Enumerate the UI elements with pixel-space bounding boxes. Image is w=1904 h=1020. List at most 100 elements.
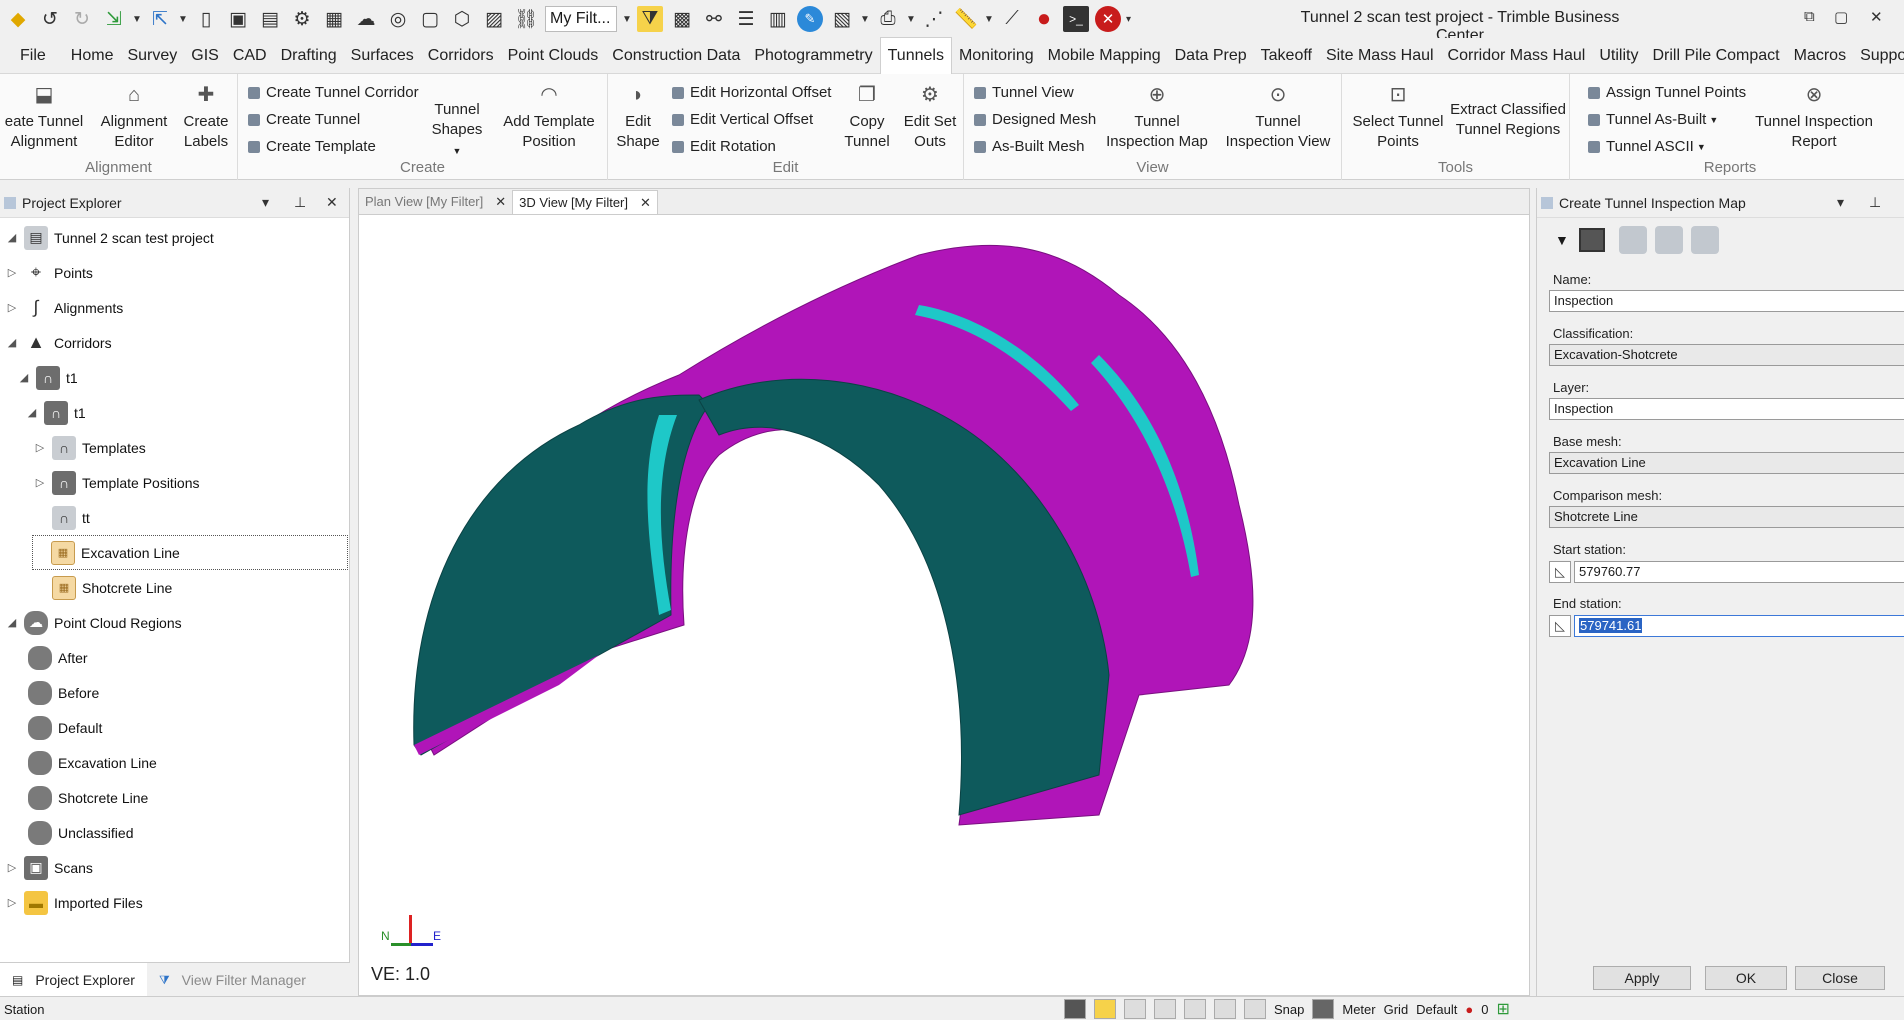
menu-utility[interactable]: Utility <box>1592 38 1645 74</box>
tunnel-inspection-report-button[interactable]: ⊗ Tunnel Inspection Report <box>1748 80 1880 152</box>
menu-support[interactable]: Support <box>1853 38 1904 74</box>
measure-icon[interactable] <box>1214 999 1236 1019</box>
tunnel-add-icon[interactable] <box>1654 226 1683 254</box>
tree-item-shotcrete-line[interactable]: ▦ Shotcrete Line <box>32 570 172 605</box>
menu-construction-data[interactable]: Construction Data <box>605 38 747 74</box>
tab-project-explorer[interactable]: ▤ Project Explorer <box>0 962 147 997</box>
tunnel-mesh-add-icon[interactable] <box>1690 226 1719 254</box>
view-filter-dropdown-icon[interactable]: ▼ <box>622 14 632 25</box>
menu-drafting[interactable]: Drafting <box>274 38 344 74</box>
menu-point-clouds[interactable]: Point Clouds <box>501 38 606 74</box>
clip-box-icon[interactable] <box>1154 999 1176 1019</box>
menu-tunnels[interactable]: Tunnels <box>879 37 952 74</box>
tunnel-mesh-graphic[interactable] <box>359 215 1529 995</box>
create-labels-button[interactable]: ✚ Create Labels <box>178 80 234 152</box>
collapse-icon[interactable]: ◢ <box>4 336 20 349</box>
tunnel-inspection-view-button[interactable]: ⊙ Tunnel Inspection View <box>1218 80 1338 152</box>
menu-takeoff[interactable]: Takeoff <box>1254 38 1319 74</box>
extract-classified-regions-button[interactable]: Extract Classified Tunnel Regions <box>1450 100 1566 140</box>
tunnel-shapes-button[interactable]: Tunnel Shapes ▼ <box>426 100 488 161</box>
tree-item-region-shotcrete-line[interactable]: Shotcrete Line <box>24 780 148 815</box>
expand-icon[interactable]: ▷ <box>4 266 20 279</box>
layers-icon[interactable]: ☰ <box>733 6 759 32</box>
menu-data-prep[interactable]: Data Prep <box>1168 38 1254 74</box>
tree-item-project[interactable]: ◢ ▤ Tunnel 2 scan test project <box>4 220 214 255</box>
collapse-icon[interactable]: ◢ <box>16 371 32 384</box>
report-icon[interactable]: ▦ <box>321 6 347 32</box>
app-logo-icon[interactable]: ◆ <box>5 6 31 32</box>
collapse-icon[interactable]: ◢ <box>24 406 40 419</box>
restore-window-icon[interactable]: ⧉ <box>1804 8 1815 25</box>
tab-plan-view[interactable]: Plan View [My Filter] ✕ <box>359 190 512 214</box>
view-filter-select[interactable]: My Filt... <box>545 6 617 32</box>
polygon-select-icon[interactable] <box>1124 999 1146 1019</box>
tree-item-corridors[interactable]: ◢ ▲ Corridors <box>4 325 112 360</box>
cloud-tools-icon[interactable]: ☁ <box>353 6 379 32</box>
snap-toggle[interactable]: Snap <box>1274 1002 1304 1017</box>
menu-survey[interactable]: Survey <box>120 38 184 74</box>
classification-select[interactable]: Excavation-Shotcrete <box>1549 344 1904 366</box>
tunnel-view-button[interactable]: Tunnel View <box>974 84 1074 101</box>
import-icon[interactable]: ⇲ <box>101 6 127 32</box>
tree-item-after[interactable]: After <box>24 640 88 675</box>
comparison-mesh-select[interactable]: Shotcrete Line <box>1549 506 1904 528</box>
tunnel-as-built-button[interactable]: Tunnel As-Built ▼ <box>1588 111 1718 128</box>
unit-indicator[interactable]: Meter <box>1342 1002 1375 1017</box>
base-mesh-select[interactable]: Excavation Line <box>1549 452 1904 474</box>
pin-icon[interactable]: ⊥ <box>1869 194 1881 211</box>
panel-menu-icon[interactable]: ▾ <box>1837 194 1844 211</box>
terminal-icon[interactable] <box>1064 999 1086 1019</box>
edit-pen-icon[interactable]: ✎ <box>797 6 823 32</box>
start-station-input[interactable]: 579760.77 <box>1574 561 1904 583</box>
save-icon[interactable]: ▤ <box>257 6 283 32</box>
designed-mesh-button[interactable]: Designed Mesh <box>974 111 1096 128</box>
menu-drill-pile-compact[interactable]: Drill Pile Compact <box>1645 38 1786 74</box>
3d-scene[interactable]: N E VE: 1.0 <box>359 215 1529 995</box>
command-line-icon[interactable]: >_ <box>1063 6 1089 32</box>
expand-icon[interactable]: ▷ <box>4 861 20 874</box>
menu-monitoring[interactable]: Monitoring <box>952 38 1041 74</box>
snap-mode-icon[interactable] <box>1312 999 1335 1019</box>
menu-corridor-mass-haul[interactable]: Corridor Mass Haul <box>1441 38 1593 74</box>
create-tunnel-button[interactable]: Create Tunnel <box>248 111 360 128</box>
tree-item-template-positions[interactable]: ▷ ∩ Template Positions <box>32 465 200 500</box>
menu-home[interactable]: Home <box>64 38 121 74</box>
plan-view-icon[interactable]: ▢ <box>417 6 443 32</box>
tree-item-t1-tunnel[interactable]: ◢ ∩ t1 <box>24 395 86 430</box>
tree-item-scans[interactable]: ▷ ▣ Scans <box>4 850 93 885</box>
tunnel-inspection-map-button[interactable]: ⊕ Tunnel Inspection Map <box>1100 80 1214 152</box>
tree-item-points[interactable]: ▷ ⌖ Points <box>4 255 93 290</box>
alignment-editor-button[interactable]: ⌂ Alignment Editor <box>96 80 172 152</box>
tree-item-tt[interactable]: ∩ tt <box>32 500 90 535</box>
polyline-icon[interactable]: ⟋ <box>999 6 1025 32</box>
panel-close-icon[interactable]: ✕ <box>326 194 338 211</box>
select-all-icon[interactable]: ⊞ <box>1496 999 1509 1019</box>
measure-points-icon[interactable]: ⋰ <box>921 6 947 32</box>
tree-item-default[interactable]: Default <box>24 710 102 745</box>
open-project-icon[interactable]: ▣ <box>225 6 251 32</box>
layer-filter-icon[interactable]: ▩ <box>669 6 695 32</box>
close-button[interactable]: Close <box>1795 966 1885 990</box>
tree-item-t1-corridor[interactable]: ◢ ∩ t1 <box>16 360 78 395</box>
import-dropdown-icon[interactable]: ▼ <box>132 14 142 25</box>
selection-set-icon[interactable]: ⚯ <box>701 6 727 32</box>
redo-icon[interactable]: ↻ <box>69 6 95 32</box>
record-icon[interactable]: ● <box>1031 5 1057 32</box>
create-tunnel-corridor-button[interactable]: Create Tunnel Corridor <box>248 84 419 101</box>
menu-corridors[interactable]: Corridors <box>421 38 501 74</box>
image-icon[interactable]: ▨ <box>481 6 507 32</box>
tunnel-ascii-button[interactable]: Tunnel ASCII ▼ <box>1588 138 1706 155</box>
apply-button[interactable]: Apply <box>1593 966 1691 990</box>
name-input[interactable]: Inspection <box>1549 290 1904 312</box>
select-rect-icon[interactable] <box>1094 999 1116 1019</box>
expand-icon[interactable]: ▷ <box>32 441 48 454</box>
close-tab-icon[interactable]: ✕ <box>495 190 506 214</box>
menu-mobile-mapping[interactable]: Mobile Mapping <box>1041 38 1168 74</box>
as-built-mesh-button[interactable]: As-Built Mesh <box>974 138 1085 155</box>
export-dropdown-icon[interactable]: ▼ <box>178 14 188 25</box>
print-dropdown-icon[interactable]: ▼ <box>906 14 916 25</box>
filter-icon[interactable]: ⧩ <box>637 6 663 32</box>
print-icon[interactable]: ⎙ <box>875 6 901 32</box>
menu-gis[interactable]: GIS <box>184 38 226 74</box>
settings-gear-icon[interactable]: ⚙ <box>289 6 315 32</box>
